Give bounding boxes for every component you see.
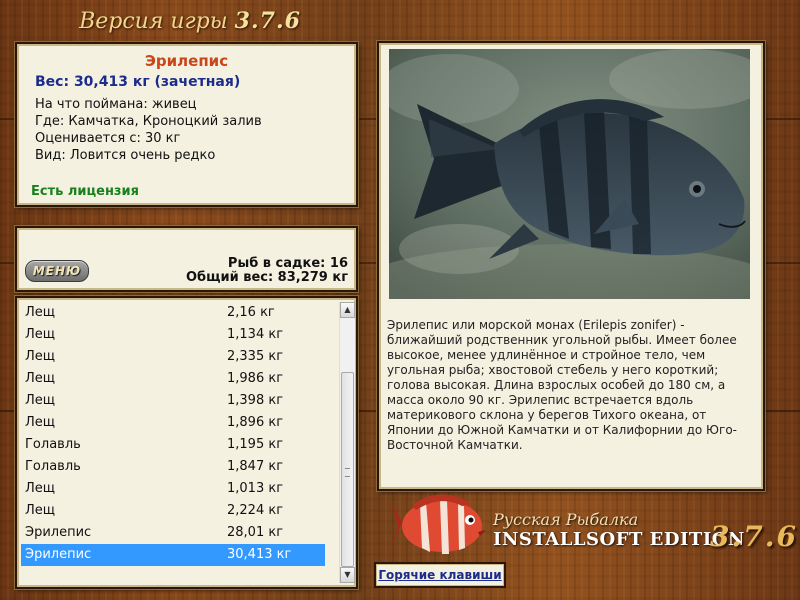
list-item[interactable]: Лещ 1,013 кг xyxy=(21,478,325,500)
grip-icon xyxy=(345,468,350,477)
list-item-selected[interactable]: Эрилепис 30,413 кг xyxy=(21,544,325,566)
game-version-title: Версия игры 3.7.6 xyxy=(0,8,380,34)
list-item[interactable]: Лещ 1,134 кг xyxy=(21,324,325,346)
fish-picture-panel: Эрилепис или морской монах (Erilepis zon… xyxy=(377,41,765,491)
fish-rarity: Вид: Ловится очень редко xyxy=(35,148,216,163)
catch-fish-name: Лещ xyxy=(25,371,56,386)
brand-version: 3.7.6 xyxy=(710,520,798,553)
catch-fish-name: Лещ xyxy=(25,481,56,496)
list-item[interactable]: Лещ 2,16 кг xyxy=(21,302,325,324)
catch-fish-name: Голавль xyxy=(25,437,81,452)
catch-fish-name: Лещ xyxy=(25,327,56,342)
fish-weight: Вес: 30,413 кг (зачетная) xyxy=(35,74,241,90)
catch-list-scrollbar[interactable]: ▲ ▼ xyxy=(339,302,355,583)
catch-fish-name: Лещ xyxy=(25,305,56,320)
catch-list-rows: Лещ 2,16 кг Лещ 1,134 кг Лещ 2,335 кг Лещ 1,986… xyxy=(21,302,325,566)
catch-fish-name: Эрилепис xyxy=(25,547,92,562)
list-item[interactable]: Лещ 1,986 кг xyxy=(21,368,325,390)
list-item[interactable]: Лещ 1,398 кг xyxy=(21,390,325,412)
catch-fish-name: Эрилепис xyxy=(25,525,92,540)
fish-photo xyxy=(389,49,750,299)
keep-net-count: Рыб в садке: 16 xyxy=(227,256,348,271)
keep-net-total-weight: Общий вес: 83,279 кг xyxy=(185,270,348,285)
brand-title: Русская Рыбалка xyxy=(493,510,639,529)
hotkeys-button[interactable]: Горячие клавиши xyxy=(374,562,506,588)
catch-fish-weight: 1,013 кг xyxy=(227,481,284,496)
list-item[interactable]: Голавль 1,195 кг xyxy=(21,434,325,456)
list-item[interactable]: Лещ 1,896 кг xyxy=(21,412,325,434)
game-version-number: 3.7.6 xyxy=(234,8,301,34)
fish-min-weight: Оценивается с: 30 кг xyxy=(35,131,181,146)
fish-location: Где: Камчатка, Кроноцкий залив xyxy=(35,114,262,129)
catch-fish-weight: 1,896 кг xyxy=(227,415,284,430)
catch-fish-weight: 1,986 кг xyxy=(227,371,284,386)
catch-fish-name: Лещ xyxy=(25,349,56,364)
catch-fish-weight: 2,16 кг xyxy=(227,305,275,320)
list-item[interactable]: Эрилепис 28,01 кг xyxy=(21,522,325,544)
catch-fish-name: Лещ xyxy=(25,393,56,408)
arrow-up-icon[interactable]: ▲ xyxy=(340,302,355,318)
list-item[interactable]: Лещ 2,335 кг xyxy=(21,346,325,368)
catch-fish-name: Лещ xyxy=(25,503,56,518)
catch-fish-weight: 1,195 кг xyxy=(227,437,284,452)
fish-info-panel: Эрилепис Вес: 30,413 кг (зачетная) На чт… xyxy=(15,42,358,207)
keep-net-panel: МЕНЮ Рыб в садке: 16 Общий вес: 83,279 к… xyxy=(15,226,358,292)
brand-fish-logo-icon xyxy=(392,494,486,554)
fish-name: Эрилепис xyxy=(144,52,229,70)
hotkeys-label: Горячие клавиши xyxy=(378,568,502,582)
catch-fish-weight: 1,134 кг xyxy=(227,327,284,342)
catch-fish-weight: 1,398 кг xyxy=(227,393,284,408)
catch-fish-name: Голавль xyxy=(25,459,81,474)
catch-fish-weight: 1,847 кг xyxy=(227,459,284,474)
license-status: Есть лицензия xyxy=(31,184,139,199)
list-item[interactable]: Голавль 1,847 кг xyxy=(21,456,325,478)
scrollbar-thumb[interactable] xyxy=(341,372,354,567)
fish-description: Эрилепис или морской монах (Erilepis zon… xyxy=(387,318,737,452)
menu-button[interactable]: МЕНЮ xyxy=(25,260,89,282)
fish-bait: На что поймана: живец xyxy=(35,97,197,112)
catch-fish-weight: 28,01 кг xyxy=(227,525,284,540)
game-version-label: Версия игры xyxy=(79,9,228,34)
catch-fish-weight: 2,224 кг xyxy=(227,503,284,518)
catch-fish-weight: 2,335 кг xyxy=(227,349,284,364)
catch-fish-name: Лещ xyxy=(25,415,56,430)
arrow-down-icon[interactable]: ▼ xyxy=(340,567,355,583)
brand-edition: INSTALLSOFT EDITION xyxy=(493,529,745,550)
catch-list[interactable]: Лещ 2,16 кг Лещ 1,134 кг Лещ 2,335 кг Лещ 1,986… xyxy=(15,296,358,589)
list-item[interactable]: Лещ 2,224 кг xyxy=(21,500,325,522)
catch-fish-weight: 30,413 кг xyxy=(227,547,292,562)
